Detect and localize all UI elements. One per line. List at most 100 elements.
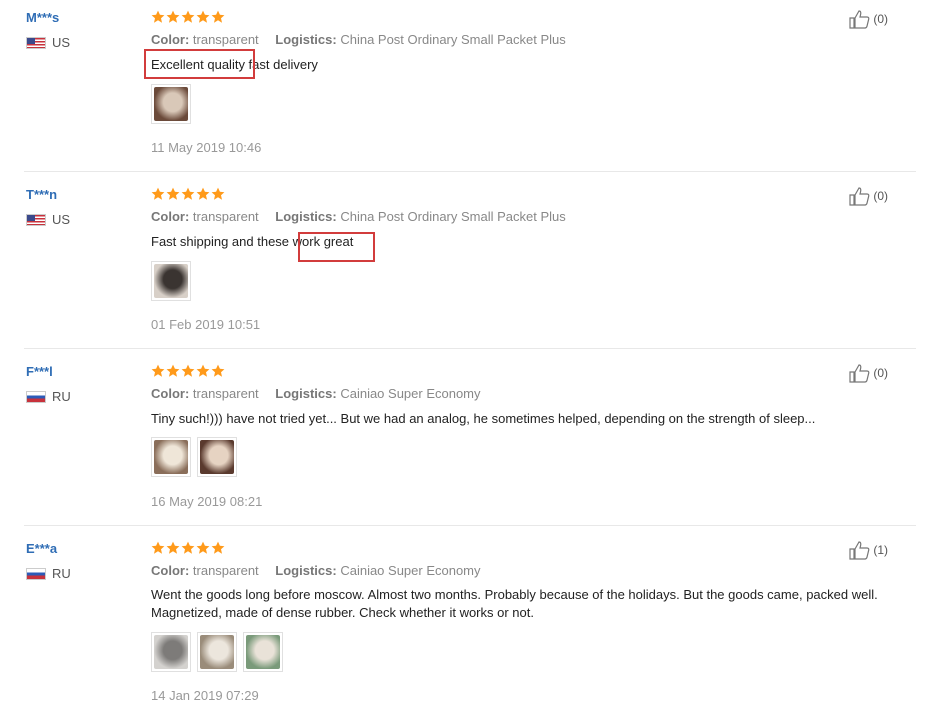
review-image-thumbnail[interactable]	[151, 84, 191, 124]
review-meta: Color: transparent Logistics: China Post…	[151, 209, 566, 224]
thumbs-up-icon	[849, 187, 870, 206]
review-text: Tiny such!))) have not tried yet... But …	[151, 411, 816, 426]
helpful-count: (0)	[873, 366, 888, 380]
color-label: Color:	[151, 386, 190, 401]
color-label: Color:	[151, 32, 190, 47]
reviewer-country: US	[26, 212, 70, 227]
star-icon	[211, 10, 225, 23]
logistics-value: Cainiao Super Economy	[340, 563, 481, 578]
rating-stars	[151, 10, 225, 24]
thumbs-up-icon	[849, 364, 870, 383]
review-meta: Color: transparent Logistics: Cainiao Su…	[151, 386, 481, 401]
rating-stars	[151, 364, 225, 378]
us-flag-icon	[26, 36, 46, 49]
highlight-box	[298, 232, 375, 262]
helpful-button[interactable]: (0)	[849, 9, 888, 29]
review-divider	[24, 525, 916, 526]
review-meta: Color: transparent Logistics: Cainiao Su…	[151, 563, 481, 578]
color-value: transparent	[192, 209, 259, 224]
helpful-button[interactable]: (1)	[849, 540, 888, 560]
star-icon	[151, 364, 165, 377]
star-icon	[196, 10, 210, 23]
review-images	[151, 84, 191, 124]
highlight-box	[144, 49, 255, 79]
reviewer-name[interactable]: F***l	[26, 364, 53, 379]
review-image-thumbnail[interactable]	[197, 632, 237, 672]
star-icon	[211, 364, 225, 377]
product-photo-icon	[154, 264, 188, 298]
country-code: US	[52, 35, 71, 50]
star-icon	[166, 364, 180, 377]
logistics-value: China Post Ordinary Small Packet Plus	[340, 32, 566, 47]
review-image-thumbnail[interactable]	[243, 632, 283, 672]
logistics-label: Logistics:	[275, 209, 337, 224]
logistics-label: Logistics:	[275, 563, 337, 578]
product-photo-icon	[246, 635, 280, 669]
helpful-button[interactable]: (0)	[849, 363, 888, 383]
thumbs-up-icon	[849, 10, 870, 29]
ru-flag-icon	[26, 390, 46, 403]
country-code: RU	[52, 566, 71, 581]
star-icon	[196, 187, 210, 200]
reviewer-country: RU	[26, 389, 71, 404]
helpful-count: (1)	[873, 543, 888, 557]
star-icon	[166, 187, 180, 200]
review-image-thumbnail[interactable]	[151, 261, 191, 301]
rating-stars	[151, 187, 225, 201]
review-image-thumbnail[interactable]	[151, 437, 191, 477]
logistics-value: China Post Ordinary Small Packet Plus	[340, 209, 566, 224]
star-icon	[181, 364, 195, 377]
star-icon	[151, 187, 165, 200]
star-icon	[181, 541, 195, 554]
star-icon	[181, 10, 195, 23]
review-image-thumbnail[interactable]	[151, 632, 191, 672]
reviewer-name[interactable]: T***n	[26, 187, 57, 202]
logistics-value: Cainiao Super Economy	[340, 386, 481, 401]
country-code: US	[52, 212, 71, 227]
review-date: 11 May 2019 10:46	[151, 140, 262, 155]
color-value: transparent	[192, 32, 259, 47]
review-divider	[24, 171, 916, 172]
review-text: Went the goods long before moscow. Almos…	[151, 587, 878, 620]
reviewer-country: RU	[26, 566, 71, 581]
product-photo-icon	[154, 635, 188, 669]
color-label: Color:	[151, 563, 190, 578]
review-image-thumbnail[interactable]	[197, 437, 237, 477]
rating-stars	[151, 541, 225, 555]
review-date: 14 Jan 2019 07:29	[151, 688, 259, 703]
review-date: 01 Feb 2019 10:51	[151, 317, 261, 332]
color-value: transparent	[192, 386, 259, 401]
review-images	[151, 632, 283, 672]
logistics-label: Logistics:	[275, 32, 337, 47]
review-images	[151, 437, 237, 477]
reviewer-name[interactable]: M***s	[26, 10, 59, 25]
helpful-count: (0)	[873, 12, 888, 26]
star-icon	[196, 541, 210, 554]
star-icon	[196, 364, 210, 377]
review-meta: Color: transparent Logistics: China Post…	[151, 32, 566, 47]
product-photo-icon	[154, 440, 188, 474]
review-date: 16 May 2019 08:21	[151, 494, 263, 509]
star-icon	[151, 10, 165, 23]
star-icon	[181, 187, 195, 200]
thumbs-up-icon	[849, 541, 870, 560]
country-code: RU	[52, 389, 71, 404]
star-icon	[211, 541, 225, 554]
reviewer-country: US	[26, 35, 70, 50]
us-flag-icon	[26, 213, 46, 226]
logistics-label: Logistics:	[275, 386, 337, 401]
product-photo-icon	[154, 87, 188, 121]
helpful-count: (0)	[873, 189, 888, 203]
review-text: Fast shipping and these work great	[151, 234, 354, 249]
star-icon	[211, 187, 225, 200]
reviewer-name[interactable]: E***a	[26, 541, 57, 556]
review-divider	[24, 348, 916, 349]
color-label: Color:	[151, 209, 190, 224]
ru-flag-icon	[26, 567, 46, 580]
review-images	[151, 261, 191, 301]
star-icon	[166, 541, 180, 554]
helpful-button[interactable]: (0)	[849, 186, 888, 206]
product-photo-icon	[200, 440, 234, 474]
star-icon	[166, 10, 180, 23]
product-photo-icon	[200, 635, 234, 669]
